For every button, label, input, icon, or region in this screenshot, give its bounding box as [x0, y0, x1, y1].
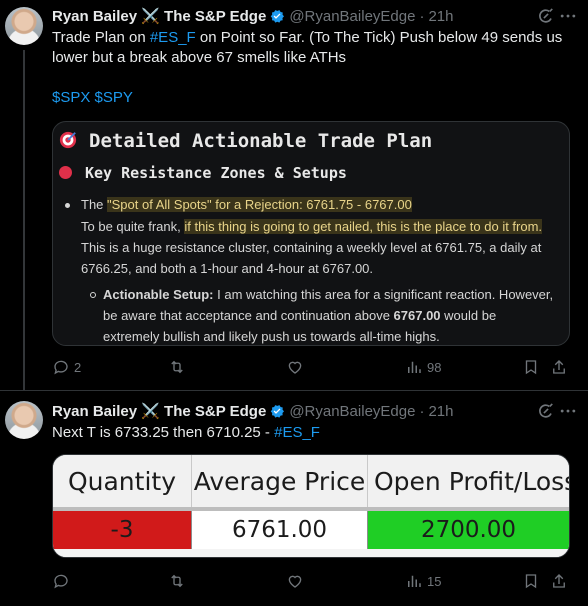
text-line-2: lower but a break above 67 smells like A…: [52, 49, 347, 66]
table-footer: [53, 549, 569, 557]
cluster-line-2: 6766.25, and both a 1-hour and 4-hour at…: [81, 261, 374, 276]
setup-line-3: extremely bullish and likely push us tow…: [103, 329, 440, 344]
share-icon: [553, 360, 565, 374]
share-icon: [553, 574, 565, 588]
card-subtitle-text: Key Resistance Zones & Setups: [85, 164, 347, 182]
heart-icon: [288, 361, 302, 374]
reply-icon: [54, 574, 68, 589]
cell-quantity: -3: [53, 511, 192, 549]
tweet-text: Trade Plan on #ES_F on Point so Far. (To…: [52, 28, 574, 108]
header-open-profit-loss: Open Profit/Loss: [368, 455, 569, 507]
author-name[interactable]: Ryan Bailey ⚔️ The S&P Edge: [52, 7, 266, 25]
setup-label: Actionable Setup:: [103, 287, 214, 302]
spot-the: The: [81, 197, 108, 212]
card-title: Detailed Actionable Trade Plan: [59, 130, 432, 152]
bookmark-button[interactable]: [522, 572, 540, 590]
bookmark-icon: [525, 360, 537, 375]
text-part: Next T is 6733.25 then 6710.25 -: [52, 424, 275, 441]
tweet-1: Ryan Bailey ⚔️ The S&P Edge @RyanBaileyE…: [0, 0, 588, 390]
author-name[interactable]: Ryan Bailey ⚔️ The S&P Edge: [52, 402, 266, 420]
positions-table-image[interactable]: Quantity Average Price Open Profit/Loss …: [52, 454, 570, 558]
reply-count: 2: [74, 359, 82, 375]
retweet-icon: [171, 574, 183, 588]
card-title-text: Detailed Actionable Trade Plan: [89, 130, 433, 152]
setup-line-2: be aware that acceptance and continuatio…: [103, 308, 496, 323]
frank-a: To be quite frank,: [81, 219, 185, 234]
setup-2b: 6767.00: [393, 308, 441, 323]
share-button[interactable]: [550, 572, 568, 590]
avatar[interactable]: [5, 7, 43, 45]
separator-dot: ·: [419, 402, 425, 420]
tweet-header: Ryan Bailey ⚔️ The S&P Edge @RyanBaileyE…: [52, 6, 453, 26]
spot-line: The "Spot of All Spots" for a Rejection:…: [81, 197, 412, 212]
share-button[interactable]: [550, 358, 568, 376]
cluster-line-1: This is a huge resistance cluster, conta…: [81, 240, 542, 255]
separator-dot: ·: [419, 7, 425, 25]
view-count: 15: [427, 573, 442, 589]
timestamp[interactable]: 21h: [428, 403, 453, 420]
cashtags-spx-spy[interactable]: $SPX $SPY: [52, 88, 574, 108]
author-handle[interactable]: @RyanBaileyEdge: [289, 8, 415, 25]
retweet-button[interactable]: [168, 572, 186, 590]
reply-icon: [54, 360, 68, 375]
text-part: Trade Plan on: [52, 29, 150, 46]
thread-line: [23, 50, 25, 390]
cashtag-es[interactable]: #ES_F: [274, 424, 320, 441]
more-options-icon[interactable]: [558, 401, 578, 421]
header-average-price: Average Price: [192, 455, 368, 507]
red-circle-icon: [59, 166, 72, 179]
frank-line: To be quite frank, if this thing is goin…: [81, 219, 543, 234]
views-icon: [408, 575, 421, 587]
header-quantity: Quantity: [53, 455, 192, 507]
like-button[interactable]: [286, 358, 304, 376]
views-button[interactable]: 15: [405, 572, 441, 590]
cashtag-es[interactable]: #ES_F: [150, 29, 196, 46]
reply-button[interactable]: [52, 572, 70, 590]
verified-badge-icon: [271, 405, 285, 418]
tweet-actions: 2 98: [52, 358, 578, 378]
bookmark-icon: [525, 574, 537, 589]
bookmark-button[interactable]: [522, 358, 540, 376]
text-part: on Point so Far. (To The Tick) Push belo…: [195, 29, 563, 46]
tweet-actions: 15: [52, 572, 578, 592]
setup-2c: would be: [440, 308, 497, 323]
views-icon: [408, 361, 421, 373]
grok-icon[interactable]: [536, 401, 556, 421]
author-handle[interactable]: @RyanBaileyEdge: [289, 403, 415, 420]
verified-badge-icon: [271, 10, 285, 23]
cell-average-price: 6761.00: [192, 511, 368, 549]
tweet-header: Ryan Bailey ⚔️ The S&P Edge @RyanBaileyE…: [52, 401, 453, 421]
reply-button[interactable]: 2: [52, 358, 81, 376]
setup-line-1: Actionable Setup: I am watching this are…: [103, 287, 553, 302]
heart-icon: [288, 575, 302, 588]
setup-2a: be aware that acceptance and continuatio…: [103, 308, 394, 323]
trade-plan-card[interactable]: Detailed Actionable Trade Plan Key Resis…: [52, 121, 570, 346]
more-options-icon[interactable]: [558, 6, 578, 26]
retweet-icon: [171, 360, 183, 374]
tweet-text: Next T is 6733.25 then 6710.25 - #ES_F: [52, 423, 574, 443]
retweet-button[interactable]: [168, 358, 186, 376]
view-count: 98: [427, 359, 442, 375]
setup-text: I am watching this area for a significan…: [213, 287, 554, 302]
avatar[interactable]: [5, 401, 43, 439]
grok-icon[interactable]: [536, 6, 556, 26]
card-subtitle: Key Resistance Zones & Setups: [59, 164, 347, 182]
views-button[interactable]: 98: [405, 358, 441, 376]
cell-open-profit-loss: 2700.00: [368, 511, 569, 549]
frank-highlight: if this thing is going to get nailed, th…: [184, 219, 543, 234]
bullet-marker: [65, 203, 70, 208]
tweet-2: Ryan Bailey ⚔️ The S&P Edge @RyanBaileyE…: [0, 391, 588, 606]
target-icon: [59, 131, 77, 149]
like-button[interactable]: [286, 572, 304, 590]
timestamp[interactable]: 21h: [428, 8, 453, 25]
sub-bullet-marker: [90, 292, 96, 298]
spot-highlight: "Spot of All Spots" for a Rejection: 676…: [107, 197, 412, 212]
